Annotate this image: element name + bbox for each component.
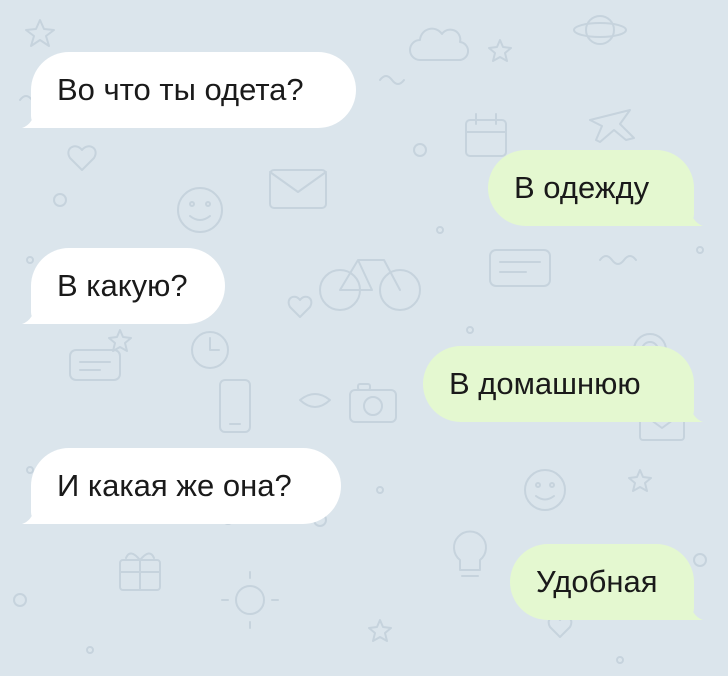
message-text: В домашнюю [449, 366, 641, 401]
message-text: В одежду [514, 170, 650, 205]
bubble-tail [22, 302, 44, 324]
bubble-tail [681, 598, 703, 620]
message-bubble-incoming: Во что ты одета? [22, 52, 356, 128]
message-bubble-incoming: В какую? [22, 248, 225, 324]
message-text: Во что ты одета? [57, 72, 304, 107]
bubble-tail [22, 106, 44, 128]
message-bubble-outgoing: В домашнюю [423, 346, 703, 422]
message-bubble-outgoing: В одежду [488, 150, 703, 226]
message-bubble-outgoing: Удобная [510, 544, 703, 620]
message-text: И какая же она? [57, 468, 292, 503]
bubble-tail [681, 400, 703, 422]
message-bubble-incoming: И какая же она? [22, 448, 341, 524]
bubble-tail [22, 502, 44, 524]
message-text: В какую? [57, 268, 188, 303]
message-text: Удобная [536, 564, 658, 599]
bubble-tail [681, 204, 703, 226]
